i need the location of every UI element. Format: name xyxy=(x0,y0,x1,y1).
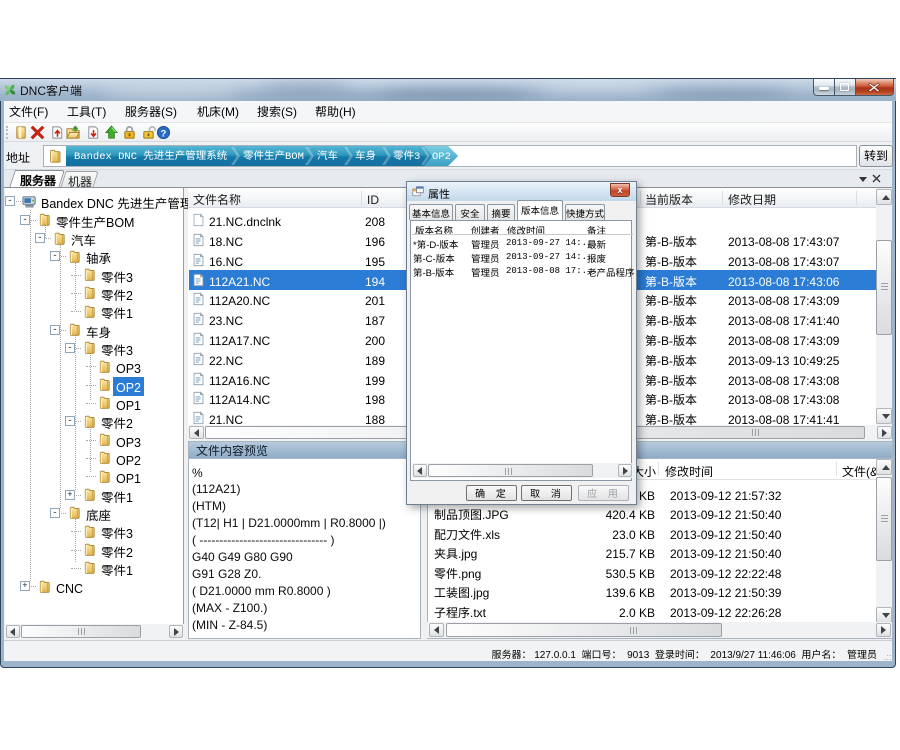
svg-text:?: ? xyxy=(161,128,167,138)
